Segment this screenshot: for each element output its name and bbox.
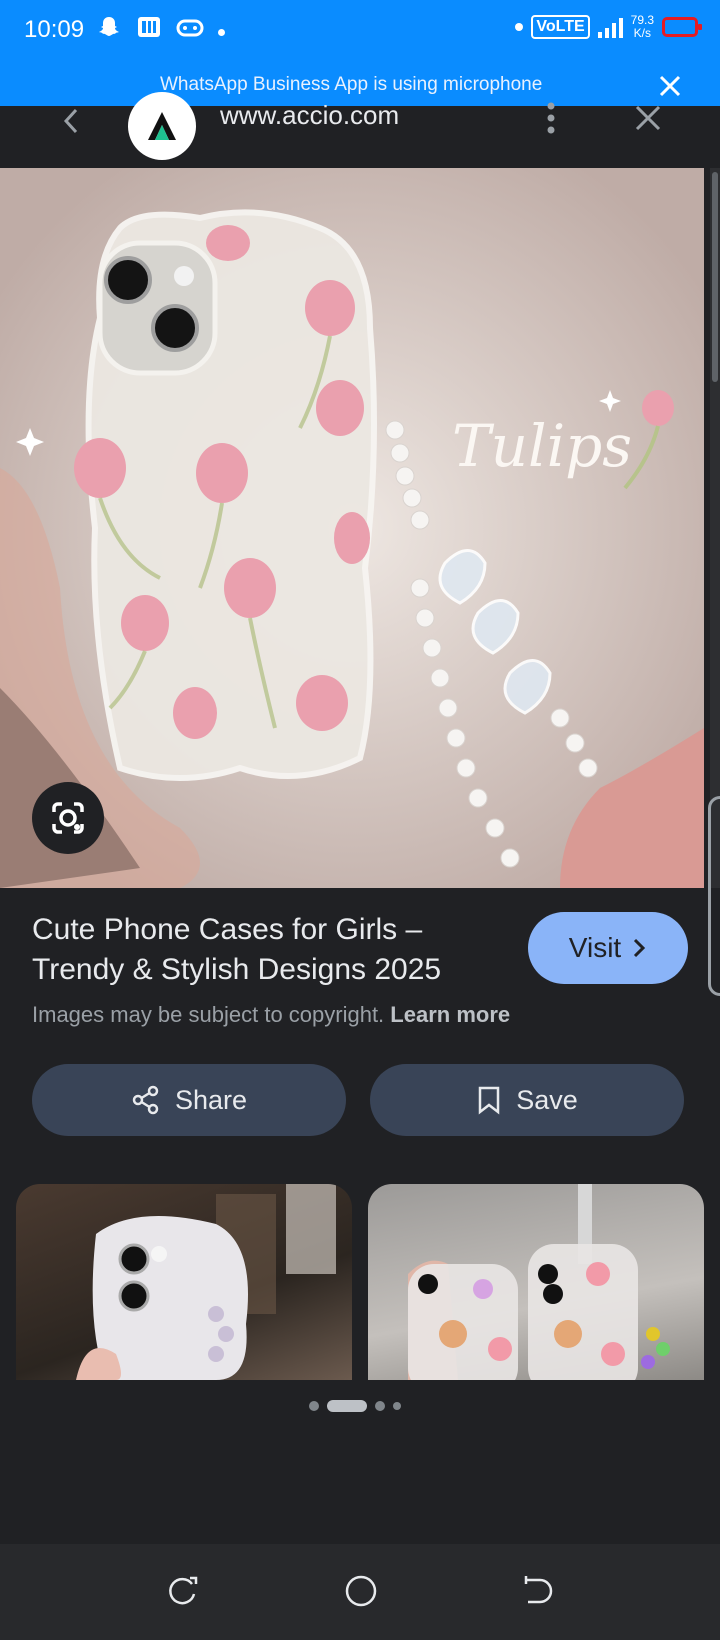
network-speed: 79.3 K/s bbox=[631, 14, 654, 40]
close-icon[interactable] bbox=[656, 72, 684, 100]
system-nav-bar bbox=[0, 1544, 720, 1640]
status-bar: 10:09 VoLTE 79.3 K/s bbox=[0, 0, 720, 66]
learn-more-link[interactable]: Learn more bbox=[390, 1002, 510, 1027]
page-dot[interactable] bbox=[393, 1402, 401, 1410]
share-icon bbox=[132, 1085, 159, 1115]
accio-logo-icon bbox=[148, 112, 176, 140]
status-right: VoLTE 79.3 K/s bbox=[515, 14, 702, 40]
page-dot[interactable] bbox=[309, 1401, 319, 1411]
bookmark-icon bbox=[478, 1086, 500, 1115]
scrollbar[interactable] bbox=[712, 172, 718, 382]
site-url[interactable]: www.accio.com bbox=[220, 100, 399, 131]
phone-case-thumbnail-2 bbox=[408, 1184, 670, 1380]
result-image[interactable]: Tulips bbox=[0, 168, 704, 888]
page-dot-active[interactable] bbox=[327, 1400, 367, 1412]
speed-unit: K/s bbox=[633, 26, 651, 40]
battery-icon bbox=[662, 17, 702, 37]
app-notification-icon bbox=[136, 14, 162, 51]
chevron-right-icon bbox=[634, 938, 646, 958]
more-notifications-dot bbox=[218, 29, 225, 36]
signal-icon bbox=[597, 16, 623, 38]
close-icon[interactable] bbox=[632, 102, 664, 134]
speed-value: 79.3 bbox=[630, 13, 654, 27]
visit-button[interactable]: Visit bbox=[528, 912, 688, 984]
visit-label: Visit bbox=[568, 932, 622, 963]
side-panel-handle[interactable] bbox=[708, 796, 720, 996]
result-title: Cute Phone Cases for Girls – Trendy & St… bbox=[32, 913, 442, 986]
snapchat-icon bbox=[96, 14, 122, 51]
more-options-icon[interactable] bbox=[544, 100, 558, 136]
mic-banner-text: WhatsApp Business App is using microphon… bbox=[160, 74, 543, 95]
lens-icon bbox=[52, 802, 84, 834]
related-image-1[interactable] bbox=[16, 1184, 352, 1380]
back-icon[interactable] bbox=[520, 1574, 554, 1608]
tulips-overlay-text: Tulips bbox=[452, 412, 632, 480]
google-lens-button[interactable] bbox=[32, 782, 104, 854]
home-icon[interactable] bbox=[344, 1574, 378, 1608]
pagination-dots bbox=[309, 1400, 401, 1412]
volte-badge: VoLTE bbox=[531, 15, 590, 39]
notification-icons bbox=[96, 14, 225, 51]
copyright-notice: Images may be subject to copyright. Lear… bbox=[32, 1002, 510, 1028]
phone-case-thumbnail-1 bbox=[76, 1184, 336, 1380]
phone-case-photo: Tulips bbox=[0, 168, 704, 888]
share-label: Share bbox=[174, 1084, 248, 1115]
chevron-left-icon[interactable] bbox=[58, 106, 86, 136]
save-label: Save bbox=[516, 1084, 578, 1115]
recent-apps-icon[interactable] bbox=[166, 1574, 200, 1608]
status-time: 10:09 bbox=[24, 16, 85, 43]
site-logo bbox=[128, 92, 196, 160]
page-dot[interactable] bbox=[375, 1401, 385, 1411]
save-button[interactable]: Save bbox=[370, 1064, 684, 1136]
related-image-2[interactable] bbox=[368, 1184, 704, 1380]
game-icon bbox=[176, 15, 204, 51]
share-button[interactable]: Share bbox=[32, 1064, 346, 1136]
mic-in-use-dot bbox=[515, 23, 524, 31]
browser-bar: www.accio.com bbox=[0, 92, 720, 168]
copyright-text: Images may be subject to copyright. bbox=[32, 1002, 385, 1027]
